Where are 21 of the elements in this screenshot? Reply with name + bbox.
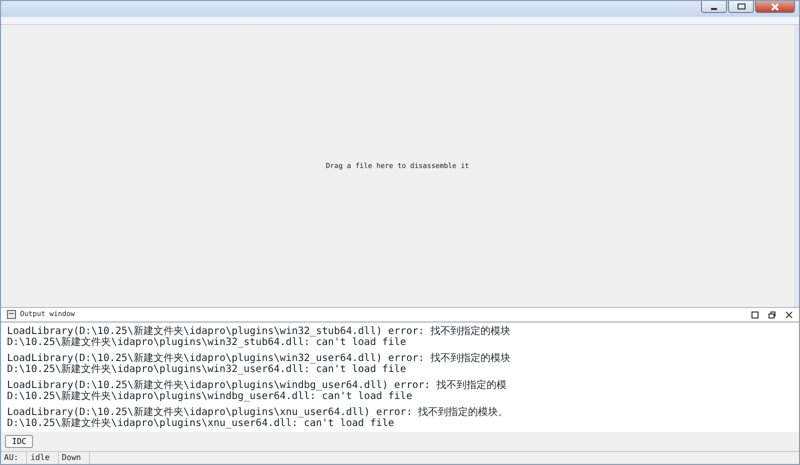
window-icon (7, 310, 16, 319)
status-text: AU: (1, 452, 28, 464)
log-line: LoadLibrary(D:\10.25\新建文件夹\idapro\plugins\win32_stub64.dll) error: 找不到指定的模块 (7, 326, 512, 337)
maximize-panel-button[interactable] (751, 310, 759, 318)
status-text: idle (27, 452, 59, 464)
close-panel-button[interactable] (785, 310, 793, 318)
idc-button[interactable]: IDC (5, 435, 34, 448)
log-line: LoadLibrary(D:\10.25\新建文件夹\idapro\plugins\win32_user64.dll) error: 找不到指定的模块 (7, 353, 512, 364)
float-panel-button[interactable] (768, 310, 776, 318)
minimize-button[interactable] (701, 1, 727, 13)
log-line: D:\10.25\新建文件夹\idapro\plugins\win32_stub64.dll: can't load file (7, 337, 408, 348)
log-line: LoadLibrary(D:\10.25\新建文件夹\idapro\plugins\windbg_user64.dll) error: 找不到指定的模 (7, 380, 508, 391)
restore-icon (736, 3, 746, 10)
log-line: D:\10.25\新建文件夹\idapro\plugins\xnu_user64.dll: can't load file (7, 418, 396, 429)
maximize-button[interactable] (728, 1, 754, 13)
log-line: D:\10.25\新建文件夹\idapro\plugins\windbg_user64.dll: can't load file (7, 391, 414, 402)
log-line: D:\10.25\新建文件夹\idapro\plugins\win32_user64.dll: can't load file (7, 364, 408, 375)
log-line: LoadLibrary(D:\10.25\新建文件夹\idapro\plugins\xnu_user64.dll) error: 找不到指定的模块。 (7, 407, 510, 418)
status-text: Down (58, 452, 90, 464)
close-button[interactable] (755, 1, 795, 13)
close-icon (771, 2, 779, 10)
